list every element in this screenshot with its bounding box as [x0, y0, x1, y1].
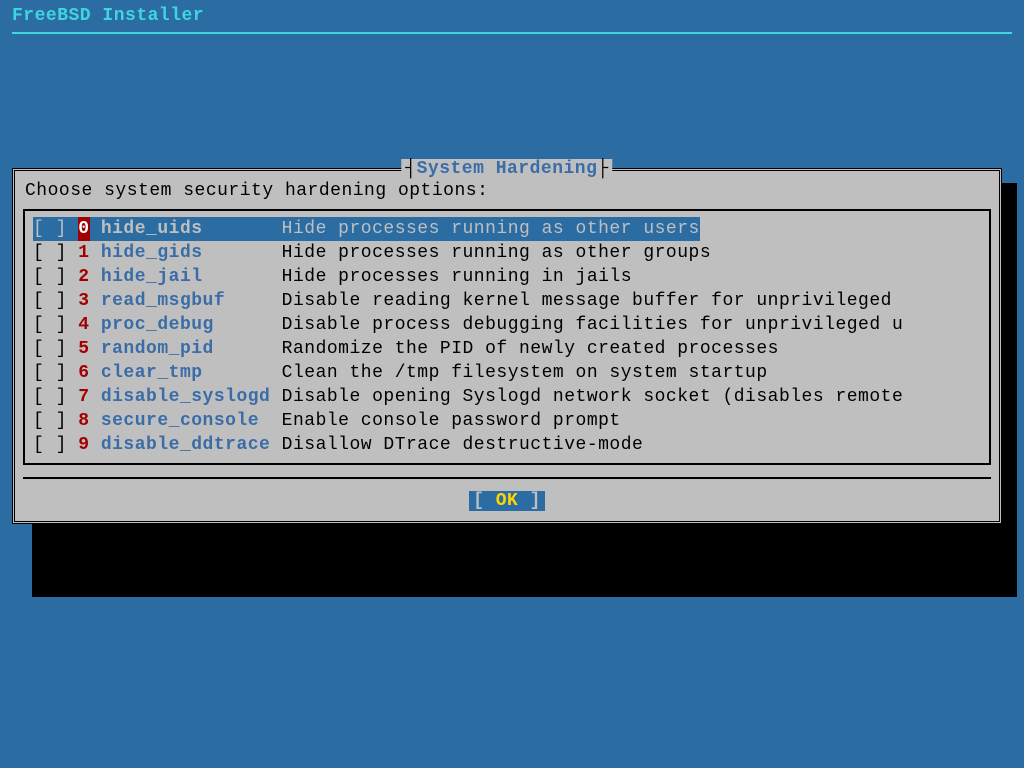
option-number: 4	[78, 313, 89, 337]
option-proc_debug[interactable]: [ ] 4 proc_debug Disable process debuggi…	[33, 313, 981, 337]
option-number: 5	[78, 337, 89, 361]
option-name: disable_ddtrace	[90, 433, 282, 457]
option-number: 7	[78, 385, 89, 409]
option-number: 1	[78, 241, 89, 265]
checkbox-icon[interactable]: [ ]	[33, 265, 78, 289]
option-number: 3	[78, 289, 89, 313]
option-number: 0	[78, 217, 89, 241]
checkbox-icon[interactable]: [ ]	[33, 361, 78, 385]
checkbox-icon[interactable]: [ ]	[33, 217, 78, 241]
option-description: Hide processes running as other groups	[282, 241, 711, 265]
option-number: 8	[78, 409, 89, 433]
option-name: proc_debug	[90, 313, 282, 337]
option-name: secure_console	[90, 409, 282, 433]
header-divider	[12, 32, 1012, 34]
option-description: Disable opening Syslogd network socket (…	[282, 385, 904, 409]
option-name: hide_uids	[90, 217, 282, 241]
option-disable_syslogd[interactable]: [ ] 7 disable_syslogd Disable opening Sy…	[33, 385, 981, 409]
option-hide_gids[interactable]: [ ] 1 hide_gids Hide processes running a…	[33, 241, 981, 265]
option-name: clear_tmp	[90, 361, 282, 385]
option-description: Hide processes running as other users	[282, 217, 700, 241]
dialog-title: ┤System Hardening├	[401, 159, 612, 179]
app-title: FreeBSD Installer	[0, 0, 1024, 32]
checkbox-icon[interactable]: [ ]	[33, 385, 78, 409]
ok-button[interactable]: [ OK ]	[469, 491, 545, 511]
option-name: random_pid	[90, 337, 282, 361]
option-description: Disallow DTrace destructive-mode	[282, 433, 644, 457]
checkbox-icon[interactable]: [ ]	[33, 241, 78, 265]
option-name: read_msgbuf	[90, 289, 282, 313]
option-description: Enable console password prompt	[282, 409, 621, 433]
checkbox-icon[interactable]: [ ]	[33, 409, 78, 433]
option-description: Randomize the PID of newly created proce…	[282, 337, 779, 361]
option-name: hide_gids	[90, 241, 282, 265]
option-description: Disable reading kernel message buffer fo…	[282, 289, 892, 313]
option-name: hide_jail	[90, 265, 282, 289]
option-read_msgbuf[interactable]: [ ] 3 read_msgbuf Disable reading kernel…	[33, 289, 981, 313]
checkbox-icon[interactable]: [ ]	[33, 313, 78, 337]
option-hide_uids[interactable]: [ ] 0 hide_uids Hide processes running a…	[33, 217, 981, 241]
option-description: Hide processes running in jails	[282, 265, 632, 289]
dialog-separator	[23, 477, 991, 479]
option-random_pid[interactable]: [ ] 5 random_pid Randomize the PID of ne…	[33, 337, 981, 361]
option-number: 2	[78, 265, 89, 289]
option-description: Clean the /tmp filesystem on system star…	[282, 361, 768, 385]
option-description: Disable process debugging facilities for…	[282, 313, 904, 337]
option-number: 9	[78, 433, 89, 457]
option-clear_tmp[interactable]: [ ] 6 clear_tmp Clean the /tmp filesyste…	[33, 361, 981, 385]
checkbox-icon[interactable]: [ ]	[33, 337, 78, 361]
option-secure_console[interactable]: [ ] 8 secure_console Enable console pass…	[33, 409, 981, 433]
checkbox-icon[interactable]: [ ]	[33, 433, 78, 457]
hardening-dialog: ┤System Hardening├ Choose system securit…	[12, 168, 1002, 524]
option-disable_ddtrace[interactable]: [ ] 9 disable_ddtrace Disallow DTrace de…	[33, 433, 981, 457]
option-number: 6	[78, 361, 89, 385]
checkbox-icon[interactable]: [ ]	[33, 289, 78, 313]
options-list: [ ] 0 hide_uids Hide processes running a…	[23, 209, 991, 465]
option-hide_jail[interactable]: [ ] 2 hide_jail Hide processes running i…	[33, 265, 981, 289]
option-name: disable_syslogd	[90, 385, 282, 409]
